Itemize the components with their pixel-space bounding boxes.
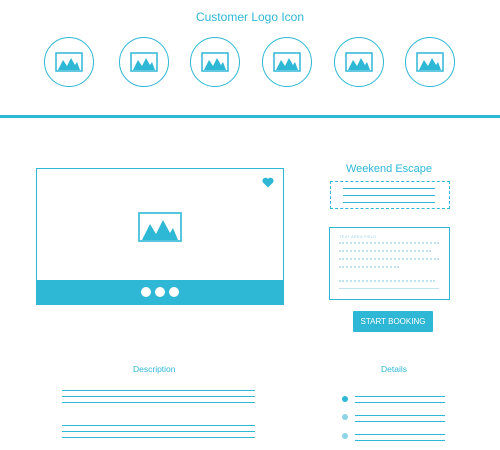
detail-line <box>355 402 445 404</box>
pager-dot-1[interactable] <box>141 287 151 297</box>
description-title: Description <box>133 364 176 374</box>
image-icon <box>416 52 444 72</box>
customer-logo-5[interactable] <box>334 37 384 87</box>
field-line <box>343 202 435 204</box>
media-card[interactable] <box>36 168 284 305</box>
image-icon <box>138 212 182 242</box>
image-icon <box>273 52 301 72</box>
start-booking-button[interactable]: START BOOKING <box>353 311 433 332</box>
image-icon <box>345 52 373 72</box>
detail-line <box>355 421 445 423</box>
description-line <box>62 396 255 398</box>
heart-icon[interactable] <box>262 177 274 188</box>
description-line <box>62 437 255 439</box>
image-icon <box>130 52 158 72</box>
placeholder-line <box>339 258 439 260</box>
header-divider <box>0 115 500 118</box>
detail-line <box>355 396 445 398</box>
customer-logo-4[interactable] <box>262 37 312 87</box>
placeholder-line <box>339 288 439 290</box>
detail-bullet-icon <box>342 396 348 402</box>
detail-bullet-icon <box>342 414 348 420</box>
media-controls-bar <box>37 280 283 304</box>
description-line <box>62 390 255 392</box>
details-title: Details <box>381 364 407 374</box>
pager-dot-2[interactable] <box>155 287 165 297</box>
field-line <box>343 195 435 197</box>
field-line <box>343 188 435 190</box>
description-line <box>62 425 255 427</box>
card-title: Weekend Escape <box>345 163 433 175</box>
detail-line <box>355 434 445 436</box>
detail-bullet-icon <box>342 433 348 439</box>
placeholder-line <box>339 266 399 268</box>
image-icon <box>55 52 83 72</box>
text-area-label: TEXT AREA FIELD <box>339 234 377 239</box>
placeholder-line <box>339 280 435 282</box>
detail-line <box>355 440 445 442</box>
placeholder-line <box>339 242 439 244</box>
image-icon <box>201 52 229 72</box>
description-line <box>62 402 255 404</box>
customer-logo-3[interactable] <box>190 37 240 87</box>
detail-line <box>355 415 445 417</box>
customer-logo-6[interactable] <box>405 37 455 87</box>
placeholder-line <box>339 250 431 252</box>
description-line <box>62 431 255 433</box>
summary-field[interactable] <box>330 181 450 209</box>
customer-logo-2[interactable] <box>119 37 169 87</box>
pager-dot-3[interactable] <box>169 287 179 297</box>
customer-logo-1[interactable] <box>44 37 94 87</box>
page-title: Customer Logo Icon <box>195 10 305 24</box>
text-area-field[interactable]: TEXT AREA FIELD <box>329 227 450 300</box>
